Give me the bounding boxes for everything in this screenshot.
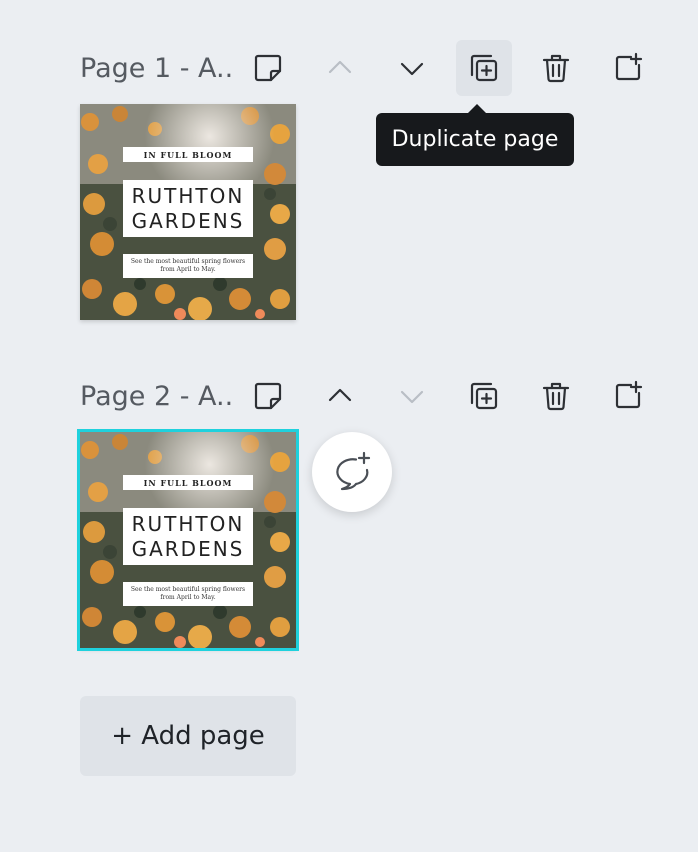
thumbnail-label: IN FULL BLOOM — [123, 147, 253, 162]
add-comment-icon — [336, 451, 371, 491]
thumbnail-title-line: RUTHTON — [131, 511, 245, 536]
sticky-note-icon — [254, 54, 282, 82]
tooltip: Duplicate page — [376, 113, 574, 166]
notes-button[interactable] — [240, 368, 296, 424]
add-page-after-button[interactable] — [600, 40, 656, 96]
thumbnail-title: RUTHTON GARDENS — [123, 508, 253, 565]
add-page-icon — [615, 52, 643, 81]
page-thumbnail-selected[interactable]: IN FULL BLOOM RUTHTON GARDENS See the mo… — [77, 429, 299, 651]
duplicate-page-button[interactable] — [456, 368, 512, 424]
add-page-icon — [615, 380, 643, 409]
thumbnail-title: RUTHTON GARDENS — [123, 180, 253, 237]
add-page-button[interactable]: + Add page — [80, 696, 296, 776]
chevron-down-icon — [400, 62, 424, 76]
move-up-button[interactable] — [312, 368, 368, 424]
chevron-up-icon — [328, 388, 352, 402]
trash-icon — [542, 382, 570, 411]
page-title[interactable]: Page 1 - A.. — [80, 55, 233, 82]
delete-page-button[interactable] — [528, 40, 584, 96]
thumbnail-title-line: RUTHTON — [131, 183, 245, 208]
add-page-after-button[interactable] — [600, 368, 656, 424]
thumbnail-text-line: See the most beautiful spring flowers — [130, 258, 246, 265]
chevron-down-icon — [400, 390, 424, 404]
thumbnail-text: See the most beautiful spring flowers fr… — [123, 582, 253, 606]
duplicate-page-icon — [470, 382, 498, 410]
sticky-note-icon — [254, 382, 282, 410]
move-down-button[interactable] — [384, 368, 440, 424]
thumbnail-text-line: from April to May. — [160, 266, 216, 273]
thumbnail-text-line: See the most beautiful spring flowers — [130, 586, 246, 593]
notes-button[interactable] — [240, 40, 296, 96]
delete-page-button[interactable] — [528, 368, 584, 424]
thumbnail-title-line: GARDENS — [131, 208, 245, 233]
move-down-button[interactable] — [384, 40, 440, 96]
trash-icon — [542, 54, 570, 83]
page-title[interactable]: Page 2 - A.. — [80, 383, 233, 410]
thumbnail-text-line: from April to May. — [160, 594, 216, 601]
chevron-up-icon — [328, 60, 352, 74]
thumbnail-text: See the most beautiful spring flowers fr… — [123, 254, 253, 278]
thumbnail-label: IN FULL BLOOM — [123, 475, 253, 490]
add-comment-button[interactable] — [312, 432, 392, 512]
duplicate-page-icon — [470, 54, 498, 82]
thumbnail-title-line: GARDENS — [131, 536, 245, 561]
move-up-button[interactable] — [312, 40, 368, 96]
page-thumbnail[interactable]: IN FULL BLOOM RUTHTON GARDENS See the mo… — [80, 104, 296, 320]
duplicate-page-button[interactable] — [456, 40, 512, 96]
